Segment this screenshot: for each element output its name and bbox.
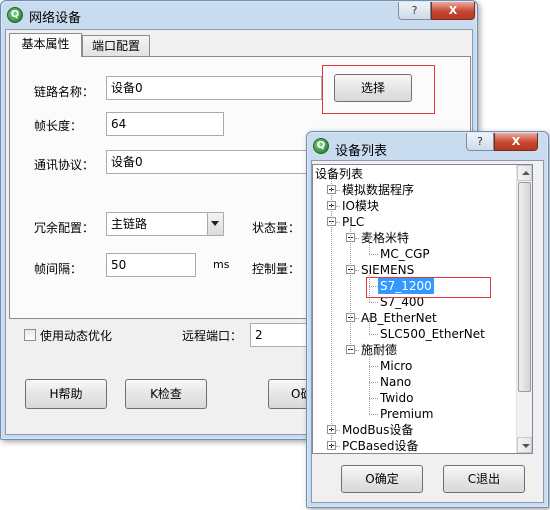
help-icon[interactable]: ? [398, 2, 431, 20]
tree-node-ab-ethernet[interactable]: AB_EtherNet [313, 310, 516, 326]
interval-unit: ms [213, 258, 230, 271]
redundancy-select-value: 主链路 [111, 217, 148, 231]
tree-node-label: 施耐德 [361, 343, 398, 357]
device-list-titlebar[interactable]: Q 设备列表 ? X [307, 132, 548, 160]
help-icon[interactable]: ? [466, 133, 494, 151]
redundancy-select[interactable]: 主链路 [106, 212, 224, 236]
device-ok-button[interactable]: O确定 [341, 465, 423, 493]
tree-node-nano[interactable]: Nano [313, 374, 516, 390]
tree-node-label: MC_CGP [380, 247, 430, 261]
tree-node-label: Premium [380, 407, 434, 421]
tree-node-slc500-ethernet[interactable]: SLC500_EtherNet [313, 326, 516, 342]
tree-connector [369, 398, 378, 399]
tree-node-label: SLC500_EtherNet [380, 327, 485, 341]
tree-guide-line [369, 238, 370, 254]
app-logo-icon: Q [7, 7, 23, 23]
device-list-title: 设备列表 [335, 144, 388, 159]
tree-node-pcbased[interactable]: PCBased设备 [313, 438, 516, 453]
tree-guide-line [369, 318, 370, 334]
frame-length-field[interactable]: 64 [106, 112, 224, 136]
tree-guide-line [331, 174, 332, 446]
scroll-up-arrow-icon[interactable] [517, 165, 532, 181]
control-label: 控制量： [252, 262, 301, 276]
tree-node-label: PCBased设备 [342, 439, 419, 453]
tree-connector [369, 382, 378, 383]
tree-node-label: Nano [380, 375, 412, 389]
tree-guide-line [350, 222, 351, 350]
chevron-down-icon[interactable] [207, 213, 223, 235]
help-button-label: H帮助 [49, 387, 83, 401]
check-button[interactable]: K检查 [125, 379, 207, 409]
tab-port-config[interactable]: 端口配置 [82, 35, 150, 57]
device-exit-button-label: C退出 [467, 472, 501, 486]
tree-node-io[interactable]: IO模块 [313, 198, 516, 214]
tree-node-twido[interactable]: Twido [313, 390, 516, 406]
tree-connector [369, 414, 378, 415]
status-label: 状态量： [252, 221, 301, 235]
tree-node-label: 模拟数据程序 [342, 183, 415, 197]
device-list-window: Q 设备列表 ? X 设备列表模拟数据程序 IO模块 PLC 麦格米特 MC_CGP SI… [306, 131, 549, 508]
tab-basic-properties[interactable]: 基本属性 [9, 33, 82, 57]
tree-node-node[interactable]: 施耐德 [313, 342, 516, 358]
tab-port-config-label: 端口配置 [91, 39, 140, 53]
protocol-field[interactable]: 设备0 [106, 150, 322, 174]
tree-connector [369, 334, 378, 335]
device-tree-content: 设备列表 模拟数据程序 IO模块 PLC 麦格米特 MC_CGP SIEMENS S7_120… [313, 165, 516, 453]
tree-node-modbus[interactable]: ModBus设备 [313, 422, 516, 438]
close-icon[interactable]: X [494, 133, 538, 151]
device-tree[interactable]: 设备列表 模拟数据程序 IO模块 PLC 麦格米特 MC_CGP SIEMENS S7_120… [312, 164, 533, 454]
tree-scrollbar[interactable] [516, 165, 532, 453]
tab-basic-properties-label: 基本属性 [21, 37, 70, 51]
link-name-label: 链路名称： [34, 85, 95, 99]
tree-guide-line [369, 350, 370, 414]
interval-label: 帧间隔： [34, 262, 83, 276]
tree-node-plc[interactable]: PLC [313, 214, 516, 230]
network-device-titlebar[interactable]: Q 网络设备 ? X [1, 1, 477, 29]
tree-node-node[interactable]: 模拟数据程序 [313, 182, 516, 198]
tree-node-label: IO模块 [342, 199, 379, 213]
app-logo-icon: Q [313, 138, 329, 154]
tree-node-siemens[interactable]: SIEMENS [313, 262, 516, 278]
tree-node-label: AB_EtherNet [361, 311, 437, 325]
check-button-label: K检查 [150, 387, 182, 401]
device-list-client: 设备列表 模拟数据程序 IO模块 PLC 麦格米特 MC_CGP SIEMENS S7_120… [311, 160, 544, 503]
device-exit-button[interactable]: C退出 [443, 465, 525, 493]
frame-length-label: 帧长度： [34, 119, 83, 133]
window-title: 网络设备 [29, 11, 82, 26]
tree-node-label: SIEMENS [361, 263, 415, 277]
tree-node-label: ModBus设备 [342, 423, 414, 437]
dynamic-opt-label: 使用动态优化 [40, 329, 113, 343]
device-ok-button-label: O确定 [365, 472, 399, 486]
tree-node-premium[interactable]: Premium [313, 406, 516, 422]
interval-field[interactable]: 50 [106, 253, 196, 277]
tree-connector [369, 366, 378, 367]
scroll-thumb[interactable] [518, 182, 531, 392]
tree-node-mc-cgp[interactable]: MC_CGP [313, 246, 516, 262]
tree-node-micro[interactable]: Micro [313, 358, 516, 374]
highlight-box-s7-1200 [366, 277, 491, 298]
help-button[interactable]: H帮助 [25, 379, 107, 409]
tree-node-node[interactable]: 麦格米特 [313, 230, 516, 246]
close-icon[interactable]: X [431, 2, 475, 20]
redundancy-label: 冗余配置： [34, 221, 95, 235]
remote-port-label: 远程端口： [182, 329, 243, 343]
tree-node-label: Twido [380, 391, 414, 405]
tree-connector [369, 302, 378, 303]
tree-node-label: PLC [342, 215, 365, 229]
scroll-down-arrow-icon[interactable] [517, 437, 532, 453]
link-name-field[interactable]: 设备0 [106, 76, 322, 100]
tree-root-label: 设备列表 [315, 167, 364, 181]
dynamic-opt-checkbox[interactable] [24, 329, 36, 341]
protocol-label: 通讯协议： [34, 158, 95, 172]
highlight-box-select [322, 65, 435, 114]
tree-node-label: Micro [380, 359, 413, 373]
tree-connector [369, 254, 378, 255]
tree-node-label: 麦格米特 [361, 231, 410, 245]
